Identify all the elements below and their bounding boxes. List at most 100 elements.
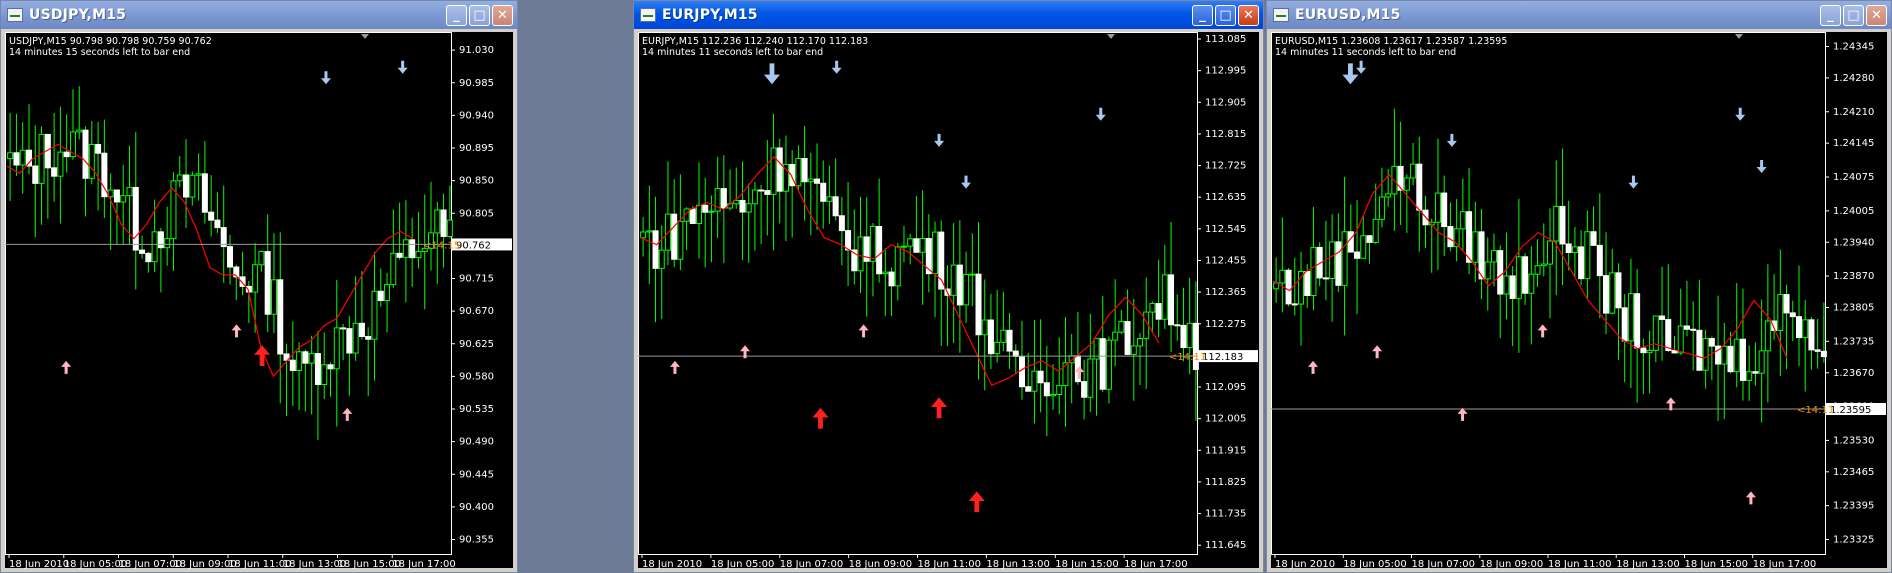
candle [1410,142,1417,186]
bull-candle-body [1136,338,1143,347]
maximize-button[interactable]: □ [1215,5,1236,26]
candle [820,160,827,229]
bull-candle-body [1528,273,1535,294]
close-button[interactable]: ✕ [1866,5,1887,26]
bull-candle-body [1677,325,1684,354]
minimize-button[interactable]: _ [1820,5,1841,26]
buy-signal-arrow-icon [1745,491,1756,505]
candle [739,161,746,261]
x-axis-tick-label: 18 Jun 13:00 [1616,559,1680,570]
candle [1777,249,1784,377]
price-chart[interactable]: 1.24345 1.24280 1.24210 1.24145 1.24075 1.240… [1271,32,1889,570]
x-axis-tick-label: 18 Jun 17:00 [392,559,456,570]
candle [183,139,190,229]
bear-candle-body [1155,303,1162,320]
maximize-button[interactable]: □ [1843,5,1864,26]
bear-candle-body [1285,269,1292,305]
bull-candle-body [677,220,684,260]
current-price-label: 1.23595 [1830,405,1871,416]
bull-candle-body [1459,211,1466,230]
minimize-button[interactable]: _ [446,5,467,26]
bear-candle-body [1615,272,1622,309]
bull-candle-body [1503,275,1510,295]
candle [51,112,58,202]
y-axis-tick-label: 1.23325 [1833,535,1874,546]
sell-signal-arrow-icon [397,60,408,74]
bull-candle-body [415,251,422,259]
candle [120,164,127,245]
chart-area[interactable]: 91.030 90.985 90.940 90.895 90.850 90.805 90.7… [5,32,515,570]
x-axis-tick-label: 18 Jun 15:00 [1685,559,1749,570]
bar-countdown-text: 14 minutes 15 seconds left to bar end [9,47,190,58]
bull-candle-body [981,319,988,336]
bear-candle-body [1690,328,1697,331]
minimize-icon: _ [1827,8,1834,23]
y-axis-tick-label: 90.490 [459,437,494,448]
candle [126,145,133,245]
buy-signal-arrow-icon [858,324,869,338]
candle [1354,200,1361,315]
candle [857,196,864,293]
bear-candle-body [956,264,963,306]
candle [38,126,45,225]
bear-candle-body [1497,250,1504,295]
bull-candle-body [932,231,939,275]
chart-area[interactable]: 113.085 112.995 112.905 112.815 112.725 112.6… [638,32,1261,570]
close-button[interactable]: ✕ [1238,5,1259,26]
candle [82,126,89,217]
bull-candle-body [708,210,715,213]
bull-candle-body [1553,205,1560,242]
y-axis-tick-label: 1.23530 [1833,435,1874,446]
candle [63,114,70,173]
candle [289,321,296,406]
countdown-label: <14:15 [423,240,460,251]
candle [314,330,321,440]
bear-candle-body [264,251,271,315]
x-axis-tick-label: 18 Jun 2010 [9,559,69,570]
bear-candle-body [396,252,403,258]
buy-signal-arrow-icon [1537,324,1548,338]
bear-candle-body [1634,293,1641,349]
sell-signal-arrow-icon [831,60,842,74]
chart-window-eurusd[interactable]: EURUSD,M15 _ □ ✕ 1.24345 1.24280 1.24210 1.… [1266,0,1892,573]
candle [113,189,120,245]
window-title: EURJPY,M15 [662,7,758,23]
x-axis-tick-label: 18 Jun 07:00 [1412,559,1476,570]
bull-candle-body [352,322,359,354]
chart-window-usdjpy[interactable]: USDJPY,M15 _ □ ✕ 91.030 90.985 90.940 90.89… [0,0,518,573]
candle [377,268,384,307]
bear-candle-body [1006,329,1013,352]
candle [1746,345,1753,401]
window-titlebar[interactable]: USDJPY,M15 _ □ ✕ [1,1,517,29]
close-icon: ✕ [1243,8,1254,23]
minimize-button[interactable]: _ [1192,5,1213,26]
candle [1279,217,1286,313]
candle [1273,257,1280,303]
maximize-button[interactable]: □ [469,5,490,26]
candle [1031,320,1038,424]
y-axis-tick-label: 90.445 [459,469,494,480]
close-button[interactable]: ✕ [492,5,513,26]
bull-candle-body [384,284,391,302]
bull-candle-body [321,364,328,386]
price-chart[interactable]: 91.030 90.985 90.940 90.895 90.850 90.805 90.7… [5,32,515,570]
y-axis-tick-label: 90.805 [459,208,494,219]
chart-area[interactable]: 1.24345 1.24280 1.24210 1.24145 1.24075 1.240… [1271,32,1889,570]
chart-window-eurjpy[interactable]: EURJPY,M15 _ □ ✕ 113.085 112.995 112.905 11… [633,0,1264,573]
window-titlebar[interactable]: EURUSD,M15 _ □ ✕ [1267,1,1891,29]
candle [770,114,777,251]
candle [358,271,365,340]
candle [1441,175,1448,256]
candle [1721,322,1728,420]
candle [1789,300,1796,342]
candle [1497,245,1504,339]
bear-candle-body [201,173,208,213]
candle [1310,207,1317,311]
x-axis-tick-label: 18 Jun 07:00 [780,559,844,570]
bear-candle-body [440,209,447,237]
bull-candle-body [1764,320,1771,352]
price-chart[interactable]: 113.085 112.995 112.905 112.815 112.725 112.6… [638,32,1261,570]
window-titlebar[interactable]: EURJPY,M15 _ □ ✕ [634,1,1263,29]
bear-candle-body [1168,274,1175,326]
bear-candle-body [365,336,372,340]
